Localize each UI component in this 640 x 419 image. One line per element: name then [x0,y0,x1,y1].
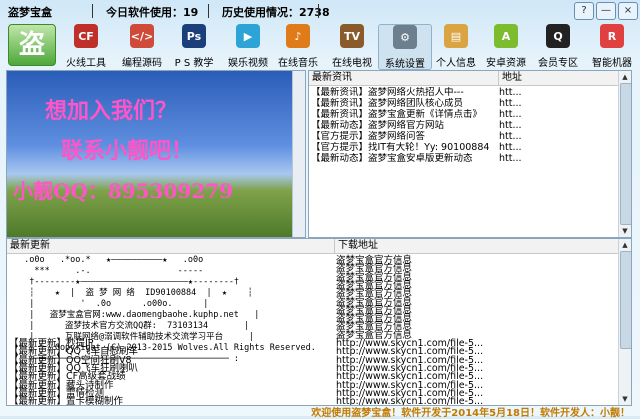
toolbar-button-2[interactable]: Ps P S 教学 [168,24,220,69]
toolbar-button-label: 安卓资源 [486,58,526,69]
status-bar: 欢迎使用盗梦宝盒！软件开发于2014年5月18日！软件开发人：小靓！ [0,404,640,419]
minimize-button[interactable]: — [596,2,616,20]
updates-col-title[interactable]: 最新更新 [7,239,334,254]
scroll-down-icon[interactable]: ▼ [620,226,630,236]
toolbar-button-3[interactable]: ▶ 娱乐视频 [222,24,274,69]
news-scrollbar[interactable]: ▲ ▼ [618,71,631,237]
crossfire-icon: CF [74,24,98,48]
toolbar-button-10[interactable]: R 智能机器 [586,24,638,69]
close-button[interactable]: × [618,2,638,20]
updates-col-url[interactable]: 下载地址 [334,239,620,254]
scroll-up-icon[interactable]: ▲ [620,240,630,250]
toolbar-button-6[interactable]: ⚙ 系统设置 [378,24,432,70]
info-art-line: | ' .0o .o00o. | [19,299,209,309]
news-item-url[interactable]: htt... [499,153,522,164]
news-item[interactable]: 【最新资讯】盗梦网络火热招人中--- [311,87,495,98]
toolbar-button-label: 娱乐视频 [228,58,268,69]
folder-icon: ▤ [444,24,468,48]
toolbar-button-label: 智能机器 [592,58,632,69]
toolbar-button-label: 火线工具 [66,58,106,69]
app-title: 盗梦宝盒 [8,6,52,19]
scroll-up-icon[interactable]: ▲ [620,72,630,82]
toolbar-button-5[interactable]: TV 在线电视 [326,24,378,69]
help-button[interactable]: ? [574,2,594,20]
code-icon: </> [130,24,154,48]
updates-scrollbar[interactable]: ▲ ▼ [618,239,631,405]
banner-line-2: 联系小靓吧！ [61,138,194,164]
news-item-url[interactable]: htt... [499,98,522,109]
video-icon: ▶ [236,24,260,48]
android-icon: A [494,24,518,48]
app-logo[interactable]: 盗 [8,24,56,66]
title-separator [318,4,319,18]
toolbar-button-0[interactable]: CF 火线工具 [60,24,112,69]
toolbar-button-label: 在线音乐 [278,58,318,69]
scroll-thumb[interactable] [620,83,631,225]
toolbar-button-label: 编程源码 [122,58,162,69]
toolbar-button-8[interactable]: A 安卓资源 [480,24,532,69]
today-usage: 今日软件使用：19 [106,6,199,19]
news-item-url[interactable]: htt... [499,109,522,120]
main-window: 盗梦宝盒 今日软件使用：19 历史使用情况：2738 ? — × 盗 CF 火线工… [0,0,640,419]
banner-scrollbar[interactable] [292,71,305,237]
news-item[interactable]: 【最新动态】盗梦宝盒安卓版更新动态 [311,153,495,164]
toolbar-button-7[interactable]: ▤ 个人信息 [430,24,482,69]
news-item[interactable]: 【最新资讯】盗梦宝盒更新《详情点击》 [311,109,495,120]
history-usage: 历史使用情况：2738 [222,6,330,19]
robot-icon: R [600,24,624,48]
info-art-line: .o0o .*oo.* ★——————————★ .o0o [19,255,204,265]
toolbar-button-label: 会员专区 [538,58,578,69]
news-item[interactable]: 【最新动态】盗梦网络官方网站 [311,120,495,131]
info-art-line: | 盗梦技术官方交流QQ群: 73103134 | [19,321,250,331]
tv-icon: TV [340,24,364,48]
news-item[interactable]: 【最新资讯】盗梦网络团队核心成员 [311,98,495,109]
info-art-line: †--------★—————————————————————★--------… [19,277,240,287]
news-item-url[interactable]: htt... [499,142,522,153]
title-separator [208,4,209,18]
news-col-title[interactable]: 最新资讯 [309,71,498,86]
news-col-url[interactable]: 地址 [498,71,623,86]
banner-line-3: 小靓QQ：895309279 [13,179,234,203]
toolbar: 盗 CF 火线工具 </> 编程源码 Ps P S 教学 ▶ 娱乐视频 ♪ 在线音乐 TV 在线电视 ⚙… [0,22,640,70]
recruit-banner[interactable]: 想加入我们？ 联系小靓吧！ 小靓QQ：895309279 [6,70,306,238]
toolbar-button-label: 系统设置 [385,59,425,70]
gear-icon: ⚙ [393,25,417,49]
news-item[interactable]: 【官方提示】找IT有大轮！Yy: 90100884 [311,142,495,153]
news-item-url[interactable]: htt... [499,131,522,142]
news-item[interactable]: 【官方提示】盗梦网络问答 [311,131,495,142]
scroll-thumb[interactable] [620,251,631,349]
scroll-down-icon[interactable]: ▼ [620,394,630,404]
penguin-icon: Q [546,24,570,48]
music-icon: ♪ [286,24,310,48]
status-marquee: 欢迎使用盗梦宝盒！软件开发于2014年5月18日！软件开发人：小靓！ [311,408,630,419]
news-list: 最新资讯 地址 【最新资讯】盗梦网络火热招人中--- htt... 【最新资讯】盗梦… [308,70,632,238]
title-separator [92,4,93,18]
toolbar-button-1[interactable]: </> 编程源码 [116,24,168,69]
info-art-line: ┆ ★ | 盗 梦 网 络 ID90100884 | ★ ┆ [19,288,253,298]
info-art-line: *** .-. ----- [19,266,204,276]
title-bar: 盗梦宝盒 今日软件使用：19 历史使用情况：2738 ? — × [0,0,640,22]
info-art-line: | 盗梦宝盒官网:www.daomengbaohe.kuphp.net | [19,310,260,320]
banner-line-1: 想加入我们？ [45,98,178,124]
toolbar-button-4[interactable]: ♪ 在线音乐 [272,24,324,69]
news-item-url[interactable]: htt... [499,87,522,98]
photoshop-icon: Ps [182,24,206,48]
toolbar-button-label: 个人信息 [436,58,476,69]
toolbar-button-9[interactable]: Q 会员专区 [532,24,584,69]
toolbar-button-label: P S 教学 [174,58,214,69]
updates-list: 最新更新 下载地址 .o0o .*oo.* ★——————————★ .o0o … [6,238,632,406]
news-item-url[interactable]: htt... [499,120,522,131]
toolbar-button-label: 在线电视 [332,58,372,69]
